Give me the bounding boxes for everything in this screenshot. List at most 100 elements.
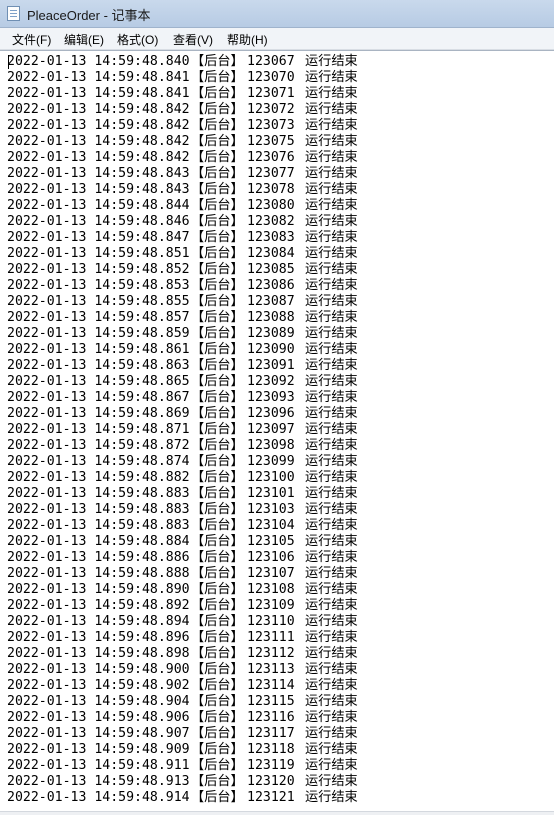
log-tag: 【后台】 — [191, 598, 244, 613]
log-status: 运行结束 — [305, 246, 358, 261]
log-timestamp: 2022-01-13 14:59:48.852 — [7, 262, 190, 277]
log-timestamp: 2022-01-13 14:59:48.883 — [7, 518, 190, 533]
log-status: 运行结束 — [305, 470, 358, 485]
log-tag: 【后台】 — [191, 358, 244, 373]
log-id: 123108 — [247, 582, 295, 597]
notepad-icon — [7, 6, 20, 21]
log-status: 运行结束 — [305, 118, 358, 133]
log-id: 123092 — [247, 374, 295, 389]
log-timestamp: 2022-01-13 14:59:48.900 — [7, 662, 190, 677]
log-timestamp: 2022-01-13 14:59:48.846 — [7, 214, 190, 229]
log-timestamp: 2022-01-13 14:59:48.842 — [7, 150, 190, 165]
log-line: 2022-01-13 14:59:48.842【后台】 123072 运行结束 — [7, 102, 358, 118]
log-tag: 【后台】 — [191, 790, 244, 805]
log-line: 2022-01-13 14:59:48.894【后台】 123110 运行结束 — [7, 614, 358, 630]
log-lines: 2022-01-13 14:59:48.840【后台】 123067 运行结束 202… — [7, 54, 358, 806]
log-id: 123088 — [247, 310, 295, 325]
log-id: 123118 — [247, 742, 295, 757]
log-tag: 【后台】 — [191, 678, 244, 693]
log-status: 运行结束 — [305, 86, 358, 101]
log-status: 运行结束 — [305, 566, 358, 581]
log-status: 运行结束 — [305, 54, 358, 69]
log-id: 123112 — [247, 646, 295, 661]
log-status: 运行结束 — [305, 502, 358, 517]
log-id: 123075 — [247, 134, 295, 149]
menu-file[interactable]: 文件(F) — [12, 31, 51, 48]
log-tag: 【后台】 — [191, 438, 244, 453]
log-timestamp: 2022-01-13 14:59:48.894 — [7, 614, 190, 629]
log-id: 123110 — [247, 614, 295, 629]
menu-view[interactable]: 查看(V) — [173, 31, 213, 48]
log-timestamp: 2022-01-13 14:59:48.859 — [7, 326, 190, 341]
log-timestamp: 2022-01-13 14:59:48.841 — [7, 86, 190, 101]
log-timestamp: 2022-01-13 14:59:48.842 — [7, 134, 190, 149]
log-tag: 【后台】 — [191, 454, 244, 469]
menu-edit[interactable]: 编辑(E) — [64, 31, 104, 48]
log-line: 2022-01-13 14:59:48.907【后台】 123117 运行结束 — [7, 726, 358, 742]
log-line: 2022-01-13 14:59:48.865【后台】 123092 运行结束 — [7, 374, 358, 390]
menu-help[interactable]: 帮助(H) — [227, 31, 268, 48]
log-status: 运行结束 — [305, 742, 358, 757]
log-status: 运行结束 — [305, 374, 358, 389]
log-id: 123105 — [247, 534, 295, 549]
log-line: 2022-01-13 14:59:48.888【后台】 123107 运行结束 — [7, 566, 358, 582]
horizontal-scrollbar[interactable] — [0, 811, 554, 815]
log-tag: 【后台】 — [191, 246, 244, 261]
log-status: 运行结束 — [305, 614, 358, 629]
log-id: 123098 — [247, 438, 295, 453]
log-status: 运行结束 — [305, 646, 358, 661]
log-line: 2022-01-13 14:59:48.871【后台】 123097 运行结束 — [7, 422, 358, 438]
log-line: 2022-01-13 14:59:48.842【后台】 123076 运行结束 — [7, 150, 358, 166]
log-timestamp: 2022-01-13 14:59:48.867 — [7, 390, 190, 405]
log-id: 123121 — [247, 790, 295, 805]
log-status: 运行结束 — [305, 70, 358, 85]
log-timestamp: 2022-01-13 14:59:48.844 — [7, 198, 190, 213]
log-line: 2022-01-13 14:59:48.843【后台】 123078 运行结束 — [7, 182, 358, 198]
log-id: 123089 — [247, 326, 295, 341]
log-line: 2022-01-13 14:59:48.874【后台】 123099 运行结束 — [7, 454, 358, 470]
log-id: 123091 — [247, 358, 295, 373]
log-status: 运行结束 — [305, 518, 358, 533]
text-editor-area[interactable]: 2022-01-13 14:59:48.840【后台】 123067 运行结束 202… — [0, 50, 554, 815]
log-status: 运行结束 — [305, 358, 358, 373]
log-line: 2022-01-13 14:59:48.843【后台】 123077 运行结束 — [7, 166, 358, 182]
log-id: 123103 — [247, 502, 295, 517]
log-id: 123090 — [247, 342, 295, 357]
log-line: 2022-01-13 14:59:48.861【后台】 123090 运行结束 — [7, 342, 358, 358]
log-id: 123117 — [247, 726, 295, 741]
log-status: 运行结束 — [305, 326, 358, 341]
log-line: 2022-01-13 14:59:48.914【后台】 123121 运行结束 — [7, 790, 358, 806]
log-line: 2022-01-13 14:59:48.896【后台】 123111 运行结束 — [7, 630, 358, 646]
log-status: 运行结束 — [305, 774, 358, 789]
log-status: 运行结束 — [305, 694, 358, 709]
menu-format[interactable]: 格式(O) — [117, 31, 158, 48]
log-tag: 【后台】 — [191, 694, 244, 709]
log-tag: 【后台】 — [191, 518, 244, 533]
log-status: 运行结束 — [305, 406, 358, 421]
log-line: 2022-01-13 14:59:48.904【后台】 123115 运行结束 — [7, 694, 358, 710]
log-timestamp: 2022-01-13 14:59:48.851 — [7, 246, 190, 261]
log-id: 123096 — [247, 406, 295, 421]
log-timestamp: 2022-01-13 14:59:48.855 — [7, 294, 190, 309]
log-status: 运行结束 — [305, 598, 358, 613]
log-status: 运行结束 — [305, 182, 358, 197]
log-tag: 【后台】 — [191, 630, 244, 645]
log-status: 运行结束 — [305, 550, 358, 565]
log-tag: 【后台】 — [191, 70, 244, 85]
menu-bar: 文件(F) 编辑(E) 格式(O) 查看(V) 帮助(H) — [0, 28, 554, 50]
log-tag: 【后台】 — [191, 726, 244, 741]
log-tag: 【后台】 — [191, 534, 244, 549]
log-tag: 【后台】 — [191, 102, 244, 117]
log-timestamp: 2022-01-13 14:59:48.842 — [7, 118, 190, 133]
log-line: 2022-01-13 14:59:48.867【后台】 123093 运行结束 — [7, 390, 358, 406]
log-line: 2022-01-13 14:59:48.890【后台】 123108 运行结束 — [7, 582, 358, 598]
log-line: 2022-01-13 14:59:48.884【后台】 123105 运行结束 — [7, 534, 358, 550]
log-timestamp: 2022-01-13 14:59:48.869 — [7, 406, 190, 421]
title-bar[interactable]: PleaceOrder - 记事本 — [0, 0, 554, 28]
log-tag: 【后台】 — [191, 646, 244, 661]
log-line: 2022-01-13 14:59:48.846【后台】 123082 运行结束 — [7, 214, 358, 230]
log-line: 2022-01-13 14:59:48.902【后台】 123114 运行结束 — [7, 678, 358, 694]
log-status: 运行结束 — [305, 278, 358, 293]
log-timestamp: 2022-01-13 14:59:48.911 — [7, 758, 190, 773]
log-id: 123083 — [247, 230, 295, 245]
